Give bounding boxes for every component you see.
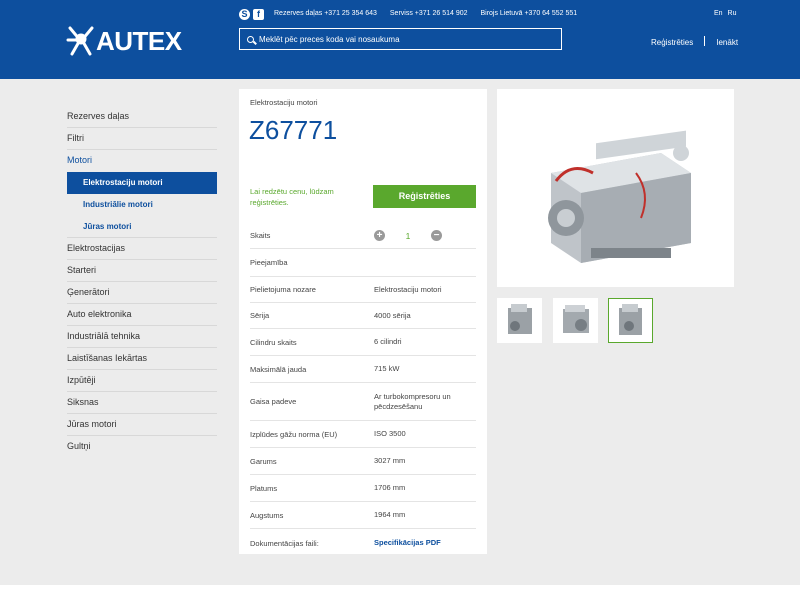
spec-row: Platums 1706 mm <box>250 475 476 502</box>
spec-row: Sērija 4000 sērija <box>250 303 476 329</box>
spec-key: Garums <box>250 456 277 466</box>
sidebar-item-industrial-equipment[interactable]: Industriālā tehnika <box>67 326 217 348</box>
sidebar-item-spare-parts[interactable]: Rezerves daļas <box>67 106 217 128</box>
spec-value: 715 kW <box>374 364 400 373</box>
logo-mark-icon <box>66 26 94 56</box>
spec-pdf-link[interactable]: Specifikācijas PDF <box>374 538 476 548</box>
thumbnail-2[interactable] <box>553 298 598 343</box>
spec-value: 6 cilindri <box>374 337 402 346</box>
spec-row: Augstums 1964 mm <box>250 502 476 529</box>
spec-row: Garums 3027 mm <box>250 448 476 475</box>
thumbnail-3[interactable] <box>608 298 653 343</box>
search-input[interactable] <box>259 34 549 44</box>
sidebar-item-bearings[interactable]: Gultņi <box>67 436 217 458</box>
thumbnail-1[interactable] <box>497 298 542 343</box>
auth-links: Reģistrēties Ienākt <box>651 36 738 47</box>
sidebar-subitem-industrial-engines[interactable]: Industriālie motori <box>67 194 217 216</box>
plus-icon[interactable]: + <box>374 230 385 241</box>
sidebar-item-engines[interactable]: Motori <box>67 150 217 172</box>
spec-key: Augstums <box>250 510 284 520</box>
site-header: AUTEX S f Rezerves daļas +371 25 354 643… <box>0 0 800 79</box>
quantity-value[interactable]: 1 <box>385 231 431 241</box>
register-link[interactable]: Reģistrēties <box>651 38 693 47</box>
product-category: Elektrostaciju motori <box>250 98 318 107</box>
sidebar-item-irrigation[interactable]: Laistīšanas Iekārtas <box>67 348 217 370</box>
docs-label: Dokumentācijas faili: <box>250 538 319 548</box>
engine-thumb-icon <box>619 304 642 335</box>
facebook-icon[interactable]: f <box>253 9 264 20</box>
spec-value: 4000 sērija <box>374 310 411 320</box>
engine-thumb-icon <box>508 304 532 334</box>
spec-value: 1964 mm <box>374 510 406 519</box>
language-switcher: En Ru <box>714 10 739 17</box>
spec-value: 1706 mm <box>374 483 406 492</box>
lang-ru[interactable]: Ru <box>728 10 737 17</box>
register-button[interactable]: Reģistrēties <box>373 185 476 208</box>
spec-key: Pielietojuma nozare <box>250 285 316 294</box>
quantity-row: Skaits + 1 − <box>250 223 476 249</box>
spec-row: Pielietojuma nozare Elektrostaciju motor… <box>250 277 476 303</box>
contact-phones: Rezerves daļas +371 25 354 643 Serviss +… <box>274 10 588 17</box>
sidebar-item-starters[interactable]: Starteri <box>67 260 217 282</box>
spec-key: Pieejamība <box>250 258 288 267</box>
spec-key: Izplūdes gāžu norma (EU) <box>250 429 338 439</box>
engine-image <box>548 130 691 263</box>
spec-key: Gaisa padeve <box>250 397 297 406</box>
contact-parts[interactable]: Rezerves daļas +371 25 354 643 <box>274 10 377 17</box>
sidebar-item-generators[interactable]: Ģenerātori <box>67 282 217 304</box>
auth-divider <box>704 36 706 46</box>
sidebar-item-belts[interactable]: Siksnas <box>67 392 217 414</box>
sidebar-item-marine-engines[interactable]: Jūras motori <box>67 414 217 436</box>
sidebar-item-exhausts[interactable]: Izpūtēji <box>67 370 217 392</box>
quantity-stepper: + 1 − <box>374 230 442 241</box>
spec-row: Maksimālā jauda 715 kW <box>250 356 476 383</box>
logo-text: AUTEX <box>96 26 182 56</box>
footer <box>0 585 800 600</box>
category-sidebar: Rezerves daļas Filtri Motori Elektrostac… <box>67 106 217 458</box>
login-link[interactable]: Ienākt <box>716 38 738 47</box>
spec-row: Pieejamība <box>250 249 476 277</box>
lang-en[interactable]: En <box>714 10 723 17</box>
autex-logo[interactable]: AUTEX <box>66 22 182 60</box>
search-icon <box>247 35 254 43</box>
spec-value: ISO 3500 <box>374 429 406 438</box>
sidebar-subitem-marine-engines[interactable]: Jūras motori <box>67 216 217 238</box>
engine-thumb-icon <box>563 305 589 333</box>
sidebar-item-filters[interactable]: Filtri <box>67 128 217 150</box>
minus-icon[interactable]: − <box>431 230 442 241</box>
product-main-image[interactable] <box>497 89 734 287</box>
spec-value: Ar turbokompresoru un pēcdzesēšanu <box>374 391 451 411</box>
docs-row: Dokumentācijas faili: Specifikācijas PDF <box>250 529 476 557</box>
spec-value: 3027 mm <box>374 456 406 465</box>
skype-icon[interactable]: S <box>239 9 250 20</box>
spec-row: Cilindru skaits 6 cilindri <box>250 329 476 356</box>
contact-lithuania[interactable]: Birojs Lietuvā +370 64 552 551 <box>480 10 577 17</box>
spec-row: Izplūdes gāžu norma (EU) ISO 3500 <box>250 421 476 448</box>
social-links: S f <box>239 9 264 20</box>
spec-key: Cilindru skaits <box>250 337 297 347</box>
product-code: Z67771 <box>249 115 338 145</box>
sidebar-subitem-power-station-engines[interactable]: Elektrostaciju motori <box>67 172 217 194</box>
spec-row: Gaisa padeve Ar turbokompresoru un pēcdz… <box>250 383 476 421</box>
quantity-label: Skaits <box>250 231 271 240</box>
spec-table: Skaits + 1 − Pieejamība Pielietojuma noz… <box>250 223 476 557</box>
price-login-note: Lai redzētu cenu, lūdzam reģistrēties. <box>250 187 334 207</box>
spec-key: Platums <box>250 483 278 493</box>
product-card: Elektrostaciju motori Z67771 Lai redzētu… <box>239 89 487 554</box>
sidebar-item-auto-electronics[interactable]: Auto elektronika <box>67 304 217 326</box>
spec-key: Sērija <box>250 311 270 320</box>
contact-service[interactable]: Serviss +371 26 514 902 <box>390 10 468 17</box>
search-box <box>239 28 562 50</box>
sidebar-item-power-stations[interactable]: Elektrostacijas <box>67 238 217 260</box>
spec-value: Elektrostaciju motori <box>374 284 442 294</box>
spec-key: Maksimālā jauda <box>250 364 307 374</box>
